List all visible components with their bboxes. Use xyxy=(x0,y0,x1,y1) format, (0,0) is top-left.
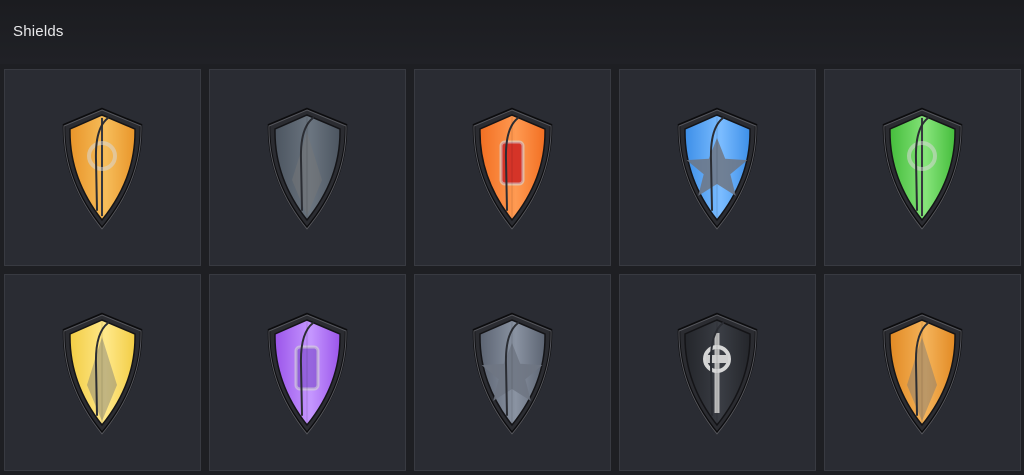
shield-icon xyxy=(472,312,553,435)
shield-tile[interactable] xyxy=(4,274,201,471)
shield-grid xyxy=(4,69,1021,471)
shield-icon xyxy=(267,312,348,435)
shield-tile[interactable] xyxy=(4,69,201,266)
shield-icon xyxy=(472,107,553,230)
page-title: Shields xyxy=(13,23,64,40)
shield-icon xyxy=(882,107,963,230)
shield-tile[interactable] xyxy=(209,69,406,266)
shield-icon xyxy=(267,107,348,230)
shield-tile[interactable] xyxy=(209,274,406,471)
shield-icon xyxy=(62,107,143,230)
shield-icon xyxy=(882,312,963,435)
shield-tile[interactable] xyxy=(619,69,816,266)
shield-tile[interactable] xyxy=(824,274,1021,471)
shield-tile[interactable] xyxy=(414,274,611,471)
shield-tile[interactable] xyxy=(414,69,611,266)
shield-icon xyxy=(677,312,758,435)
header-bar: Shields xyxy=(0,0,1024,64)
shield-icon xyxy=(677,107,758,230)
shield-tile[interactable] xyxy=(824,69,1021,266)
shield-tile[interactable] xyxy=(619,274,816,471)
shield-icon xyxy=(62,312,143,435)
